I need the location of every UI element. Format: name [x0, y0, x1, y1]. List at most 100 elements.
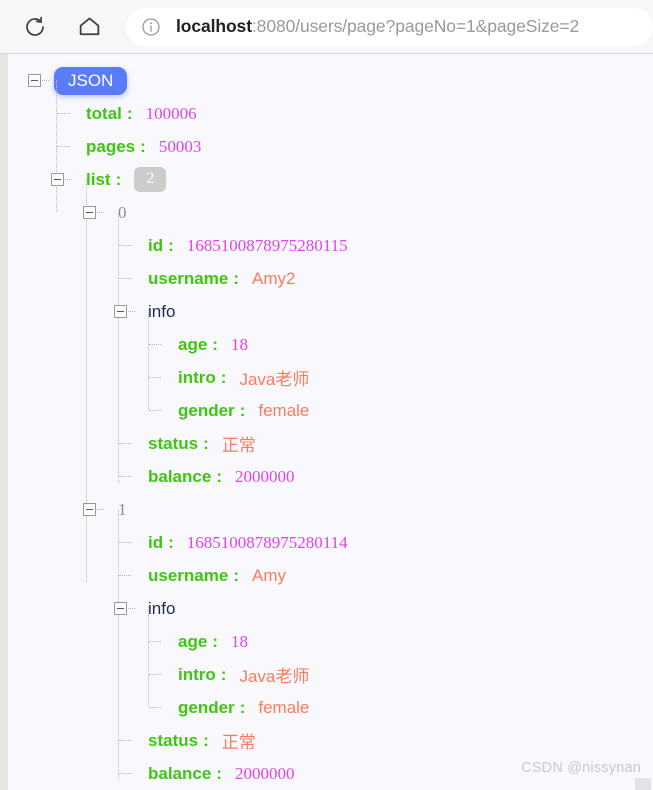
colon: : — [216, 763, 222, 783]
key-username: username — [148, 565, 229, 585]
value-username: Amy2 — [252, 268, 296, 288]
tree-elbow — [119, 574, 131, 577]
tree-row-item0-balance: balance : 2000000 — [8, 460, 653, 493]
watermark: CSDN @nissynan — [521, 760, 641, 776]
info-circle-icon[interactable] — [140, 16, 162, 38]
value-gender: female — [258, 400, 310, 420]
colon: : — [233, 565, 239, 585]
tree-elbow — [57, 145, 69, 148]
collapse-toggle-item-1[interactable] — [83, 503, 104, 516]
tree-row-item1-intro: intro : Java老师 — [8, 658, 653, 691]
value-age: 18 — [230, 631, 248, 651]
url-path: :8080/users/page?pageNo=1&pageSize=2 — [251, 16, 580, 36]
value-intro: Java老师 — [239, 370, 310, 389]
value-status: 正常 — [221, 733, 256, 752]
tree-elbow — [119, 541, 131, 544]
colon: : — [239, 400, 246, 420]
colon: : — [126, 103, 133, 123]
value-total: 100006 — [145, 103, 197, 123]
value-balance: 2000000 — [234, 763, 295, 783]
key-status: status — [148, 433, 199, 453]
collapse-toggle-list[interactable] — [51, 173, 72, 186]
tree-elbow — [149, 409, 161, 412]
collapse-toggle-info-1[interactable] — [114, 602, 135, 615]
address-bar[interactable]: localhost:8080/users/page?pageNo=1&pageS… — [126, 7, 653, 46]
tree-row-item0-gender: gender : female — [8, 394, 653, 427]
tree-row-list[interactable]: list : 2 — [8, 163, 653, 196]
tree-row-item0-status: status : 正常 — [8, 427, 653, 460]
colon: : — [239, 697, 246, 717]
tree-row-item0-intro: intro : Java老师 — [8, 361, 653, 394]
reload-icon[interactable] — [18, 10, 52, 44]
value-id: 1685100878975280114 — [186, 532, 348, 552]
colon: : — [168, 235, 174, 255]
tree-row-item-0[interactable]: 0 — [8, 196, 653, 229]
tree-guide-info1 — [148, 607, 149, 706]
address-bar-text: localhost:8080/users/page?pageNo=1&pageS… — [176, 16, 579, 37]
list-count-badge: 2 — [134, 167, 167, 192]
tree-row-total: total : 100006 — [8, 97, 653, 130]
tree-row-item1-id: id : 1685100878975280114 — [8, 526, 653, 559]
tree-row-item1-age: age : 18 — [8, 625, 653, 658]
value-balance: 2000000 — [234, 466, 295, 486]
tree-elbow — [149, 343, 161, 346]
colon: : — [212, 334, 218, 354]
node-info: info — [148, 598, 176, 618]
item-index-1: 1 — [118, 499, 127, 519]
value-status: 正常 — [221, 436, 256, 455]
tree-elbow — [119, 772, 131, 775]
tree-row-item0-id: id : 1685100878975280115 — [8, 229, 653, 262]
tree-row-item0-username: username : Amy2 — [8, 262, 653, 295]
value-id: 1685100878975280115 — [186, 235, 348, 255]
home-icon[interactable] — [72, 10, 106, 44]
key-balance: balance — [148, 466, 212, 486]
colon: : — [220, 664, 227, 684]
value-pages: 50003 — [158, 136, 202, 156]
tree-row-item0-info[interactable]: info — [8, 295, 653, 328]
item-index-0: 0 — [118, 202, 127, 222]
collapse-toggle-root[interactable] — [28, 74, 49, 87]
tree-row-item1-status: status : 正常 — [8, 724, 653, 757]
value-username: Amy — [252, 565, 286, 585]
colon: : — [115, 169, 122, 189]
key-total: total — [86, 103, 122, 123]
tree-guide-list — [86, 179, 87, 581]
tree-elbow — [119, 244, 131, 247]
key-id: id — [148, 235, 164, 255]
key-status: status — [148, 730, 199, 750]
colon: : — [220, 367, 227, 387]
tree-elbow — [149, 706, 161, 709]
watermark-mark — [635, 778, 651, 790]
json-tree: JSON total : 100006 pages : 50003 list :… — [8, 54, 653, 790]
tree-elbow — [57, 112, 69, 115]
key-list: list — [86, 169, 111, 189]
colon: : — [168, 532, 174, 552]
tree-row-root[interactable]: JSON — [8, 64, 653, 97]
tree-row-item1-info[interactable]: info — [8, 592, 653, 625]
node-info: info — [148, 301, 176, 321]
tree-elbow — [119, 277, 131, 280]
key-balance: balance — [148, 763, 212, 783]
tree-row-pages: pages : 50003 — [8, 130, 653, 163]
tree-row-item1-username: username : Amy — [8, 559, 653, 592]
value-intro: Java老师 — [239, 667, 310, 686]
collapse-toggle-item-0[interactable] — [83, 206, 104, 219]
collapse-toggle-info-0[interactable] — [114, 305, 135, 318]
json-root-badge[interactable]: JSON — [54, 66, 128, 95]
colon: : — [140, 136, 146, 156]
key-age: age — [178, 631, 208, 651]
colon: : — [203, 730, 209, 750]
colon: : — [203, 433, 209, 453]
colon: : — [212, 631, 218, 651]
tree-row-item1-gender: gender : female — [8, 691, 653, 724]
key-intro: intro — [178, 367, 216, 387]
colon: : — [233, 268, 239, 288]
tree-elbow — [149, 376, 161, 379]
tree-elbow — [149, 640, 161, 643]
value-gender: female — [258, 697, 310, 717]
tree-row-item-1[interactable]: 1 — [8, 493, 653, 526]
browser-toolbar: localhost:8080/users/page?pageNo=1&pageS… — [0, 0, 653, 54]
tree-row-item0-age: age : 18 — [8, 328, 653, 361]
key-id: id — [148, 532, 164, 552]
colon: : — [216, 466, 222, 486]
